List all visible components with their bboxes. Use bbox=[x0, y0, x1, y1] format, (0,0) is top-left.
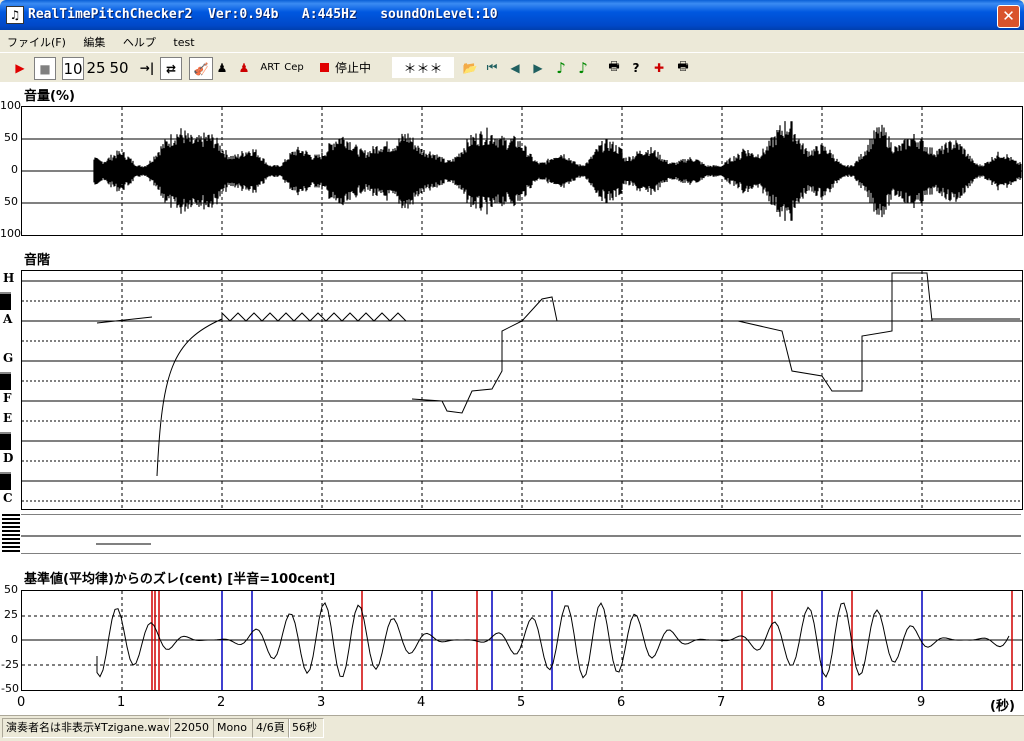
x-tick: 3 bbox=[317, 695, 326, 710]
volume-tick: 100 bbox=[0, 99, 21, 112]
stop-icon[interactable]: ■ bbox=[34, 57, 56, 80]
volume-waveform bbox=[22, 107, 1022, 235]
pitch-trace bbox=[96, 272, 1020, 477]
prev-icon[interactable]: ◀ bbox=[506, 57, 524, 78]
note-label-a: A bbox=[3, 312, 13, 326]
deviation-tick: 25 bbox=[4, 608, 18, 621]
x-tick: 1 bbox=[117, 695, 126, 710]
x-tick: 5 bbox=[517, 695, 526, 710]
x-tick: 6 bbox=[617, 695, 626, 710]
zoom-50-button[interactable]: 50 bbox=[108, 57, 130, 78]
toolbar: ▶ ■ 10 25 50 →| ⇄ 🎻 ♟ ♟ ART Cep 停止中 ＊＊＊ … bbox=[0, 52, 1024, 83]
status-file: 演奏者名は非表示¥Tzigane.wav bbox=[2, 718, 170, 738]
first-icon[interactable]: ⏮ bbox=[483, 57, 501, 78]
volume-tick: 50 bbox=[4, 131, 18, 144]
black-key bbox=[0, 472, 11, 490]
print-icon[interactable]: 🖶 bbox=[604, 57, 624, 78]
status-rate: 22050 bbox=[170, 718, 214, 738]
x-tick: 9 bbox=[917, 695, 926, 710]
person-red-icon[interactable]: ♟ bbox=[235, 57, 253, 78]
x-unit-label: (秒) bbox=[990, 699, 1015, 714]
x-tick: 2 bbox=[217, 695, 226, 710]
deviation-tick: -50 bbox=[1, 682, 19, 695]
volume-tick: 0 bbox=[11, 163, 18, 176]
menu-test[interactable]: test bbox=[166, 32, 201, 49]
menu-help[interactable]: ヘルプ bbox=[116, 30, 163, 50]
open-folder-icon[interactable]: 📂 bbox=[460, 57, 480, 78]
zoom-10-button[interactable]: 10 bbox=[62, 57, 84, 80]
note-green2-icon[interactable]: ♪ bbox=[574, 57, 592, 78]
note-label-c: C bbox=[3, 491, 13, 505]
note-label-e: E bbox=[3, 411, 13, 425]
x-tick: 8 bbox=[817, 695, 826, 710]
status-bar: 演奏者名は非表示¥Tzigane.wav 22050 Mono 4/6頁 56秒 bbox=[0, 715, 1024, 741]
x-tick: 7 bbox=[717, 695, 726, 710]
marker-strip bbox=[21, 514, 1021, 554]
x-tick: 4 bbox=[417, 695, 426, 710]
jump-end-icon[interactable]: →| bbox=[137, 57, 157, 78]
pitch-curve bbox=[22, 271, 1022, 509]
stop-square-icon bbox=[320, 63, 329, 72]
status-duration: 56秒 bbox=[288, 718, 324, 738]
menu-bar: ファイル(F) 編集 ヘルプ test bbox=[0, 30, 1024, 52]
volume-title: 音量(%) bbox=[24, 89, 75, 104]
marker-strip-graphic bbox=[21, 514, 1021, 554]
deviation-tick: 50 bbox=[4, 583, 18, 596]
title-bar: ♫ RealTimePitchChecker2 Ver:0.94b A:445H… bbox=[0, 0, 1024, 30]
deviation-title: 基準値(平均律)からのズレ(cent) [半音=100cent] bbox=[24, 572, 336, 587]
black-key bbox=[0, 292, 11, 310]
record-stop-button[interactable]: 停止中 bbox=[316, 57, 386, 78]
note-label-g: G bbox=[3, 351, 14, 365]
art-button[interactable]: ART bbox=[258, 57, 282, 78]
deviation-graph bbox=[22, 591, 1022, 690]
app-icon: ♫ bbox=[6, 6, 24, 24]
note-label-f: F bbox=[3, 391, 12, 405]
record-state-label: 停止中 bbox=[335, 61, 372, 75]
note-label-h: H bbox=[3, 271, 15, 285]
x-tick: 0 bbox=[17, 695, 26, 710]
person-black-icon[interactable]: ♟ bbox=[213, 57, 231, 78]
note-green-icon[interactable]: ♪ bbox=[552, 57, 570, 78]
cep-button[interactable]: Cep bbox=[283, 57, 305, 78]
status-channels: Mono bbox=[213, 718, 253, 738]
play-icon[interactable]: ▶ bbox=[10, 57, 30, 78]
loop-icon[interactable]: ⇄ bbox=[160, 57, 182, 80]
status-text: ＊＊＊ bbox=[392, 57, 454, 78]
next-icon[interactable]: ▶ bbox=[529, 57, 547, 78]
volume-tick: 100 bbox=[0, 227, 21, 240]
strip-dots bbox=[2, 514, 20, 554]
violin-icon[interactable]: 🎻 bbox=[189, 57, 213, 80]
scale-title: 音階 bbox=[24, 253, 51, 268]
deviation-tick: 0 bbox=[11, 633, 18, 646]
deviation-plot[interactable] bbox=[21, 590, 1023, 691]
volume-plot[interactable] bbox=[21, 106, 1023, 236]
status-page: 4/6頁 bbox=[252, 718, 290, 738]
close-button[interactable]: ✕ bbox=[997, 5, 1020, 28]
deviation-tick: -25 bbox=[1, 658, 19, 671]
note-label-d: D bbox=[3, 451, 14, 465]
help-icon[interactable]: ? bbox=[627, 57, 645, 78]
print2-icon[interactable]: 🖶 bbox=[673, 57, 693, 78]
black-key bbox=[0, 372, 11, 390]
menu-edit[interactable]: 編集 bbox=[76, 30, 112, 50]
window-title: RealTimePitchChecker2 Ver:0.94b A:445Hz … bbox=[28, 7, 498, 22]
scale-plot[interactable] bbox=[21, 270, 1023, 510]
menu-file[interactable]: ファイル(F) bbox=[0, 30, 73, 50]
zoom-25-button[interactable]: 25 bbox=[85, 57, 107, 78]
marker-icon[interactable]: ✚ bbox=[650, 57, 668, 78]
volume-tick: 50 bbox=[4, 195, 18, 208]
black-key bbox=[0, 432, 11, 450]
